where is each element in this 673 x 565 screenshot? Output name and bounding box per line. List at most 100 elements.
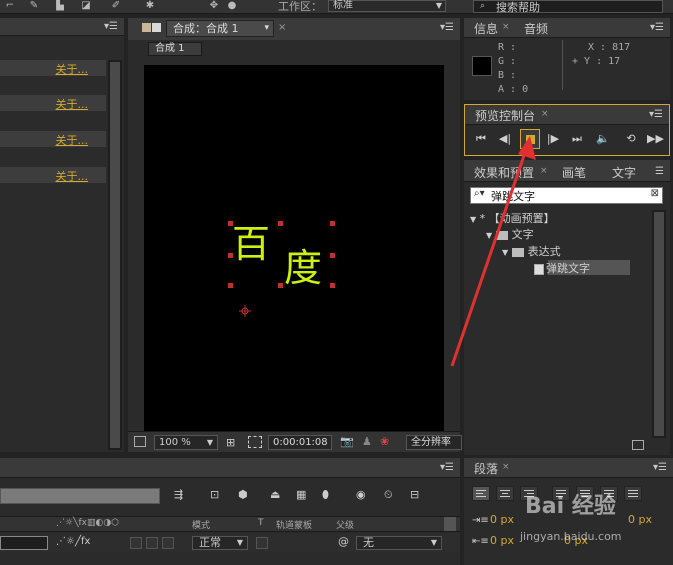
stamp-tool-icon[interactable]: ▙ bbox=[54, 0, 66, 12]
panel-menu-icon[interactable]: ▾☰ bbox=[649, 109, 663, 120]
anchor-point-icon[interactable] bbox=[239, 305, 251, 317]
transform-handle[interactable] bbox=[330, 283, 335, 288]
close-icon[interactable]: × bbox=[541, 109, 549, 119]
transform-handle[interactable] bbox=[228, 283, 233, 288]
tab-info[interactable]: 信息 bbox=[474, 20, 498, 37]
close-icon[interactable]: × bbox=[502, 22, 510, 32]
camera-icon[interactable]: 📷 bbox=[340, 435, 354, 448]
search-help-input[interactable]: ⌕ 搜索帮助 bbox=[473, 0, 663, 14]
panel-menu-icon[interactable]: ▾☰ bbox=[440, 462, 454, 473]
timeline-toggle-icon[interactable]: ⊟ bbox=[410, 488, 419, 501]
last-frame-icon[interactable]: ⏭ bbox=[569, 131, 585, 147]
tab-composition[interactable]: 合成：合成 1 ▾ bbox=[166, 20, 274, 37]
panel-menu-icon[interactable]: ▾☰ bbox=[104, 21, 118, 32]
text-char-2[interactable]: 度 bbox=[284, 249, 322, 287]
transform-handle[interactable] bbox=[278, 283, 283, 288]
close-icon[interactable]: × bbox=[502, 462, 510, 472]
grid-icon[interactable]: ⊞ bbox=[226, 436, 235, 449]
selection-tool-icon[interactable]: ⌐ bbox=[4, 0, 16, 12]
align-left-button[interactable] bbox=[472, 486, 490, 501]
preview-tabbar: 预览控制台 × ▾☰ bbox=[465, 105, 669, 125]
close-icon[interactable]: × bbox=[278, 22, 286, 33]
indent-first-value[interactable]: 0 px bbox=[490, 534, 514, 547]
transform-handle[interactable] bbox=[330, 253, 335, 258]
about-link[interactable]: 关于... bbox=[56, 168, 89, 184]
indent-right-value[interactable]: 0 px bbox=[628, 513, 652, 526]
auto-keyframe-icon[interactable]: ◉ bbox=[356, 488, 366, 501]
transform-handle[interactable] bbox=[228, 221, 233, 226]
color-channels-icon[interactable]: ❀ bbox=[380, 435, 389, 448]
about-link[interactable]: 关于... bbox=[56, 132, 89, 148]
timeline-search-input[interactable] bbox=[0, 488, 160, 504]
clear-search-icon[interactable]: ⊠ bbox=[651, 188, 659, 199]
about-link[interactable]: 关于... bbox=[56, 61, 89, 77]
brush-tool-icon[interactable]: ✐ bbox=[110, 0, 122, 12]
track-matte-box[interactable] bbox=[256, 537, 268, 549]
puppet-tool-icon[interactable]: ✱ bbox=[144, 0, 156, 12]
transform-handle[interactable] bbox=[330, 221, 335, 226]
lock-icon[interactable] bbox=[142, 23, 151, 32]
layer-switches-icons[interactable]: ⋰☼╱fx bbox=[56, 536, 90, 547]
pick-whip-icon[interactable]: @ bbox=[338, 535, 349, 548]
draft-3d-icon[interactable]: ⊡ bbox=[210, 488, 219, 501]
hide-shy-icon[interactable]: ⬢ bbox=[238, 488, 248, 501]
justify-all-button[interactable] bbox=[624, 486, 642, 501]
ram-preview-icon[interactable]: ▶︎▶︎ bbox=[647, 131, 664, 147]
frame-blend-icon[interactable]: ⏏ bbox=[270, 488, 280, 501]
resolution-select[interactable]: 全分辨率 bbox=[406, 435, 462, 450]
project-scroll-thumb[interactable] bbox=[110, 62, 120, 448]
tab-brush[interactable]: 画笔 bbox=[562, 164, 586, 181]
tab-audio[interactable]: 音频 bbox=[524, 20, 548, 37]
audio-icon[interactable]: 🔈 bbox=[595, 131, 611, 147]
snap-icon[interactable]: ● bbox=[226, 0, 238, 12]
transform-handle[interactable] bbox=[228, 253, 233, 258]
switch-box[interactable] bbox=[130, 537, 142, 549]
workspace-select[interactable]: 标准 ▼ bbox=[328, 0, 446, 12]
indent-left-value[interactable]: 0 px bbox=[490, 513, 514, 526]
transform-handle[interactable] bbox=[278, 221, 283, 226]
loop-icon[interactable]: ⟲ bbox=[623, 131, 639, 147]
axis-icon[interactable]: ✥ bbox=[208, 0, 220, 12]
tree-item-bounce-text[interactable]: 弹跳文字 bbox=[534, 260, 590, 276]
always-preview-icon[interactable] bbox=[134, 436, 146, 447]
tab-preview[interactable]: 预览控制台 bbox=[475, 107, 535, 124]
comp-breadcrumb[interactable]: 合成 1 bbox=[148, 42, 202, 56]
tab-text[interactable]: 文字 bbox=[612, 164, 636, 181]
tab-paragraph[interactable]: 段落 bbox=[474, 460, 498, 477]
region-of-interest-icon[interactable] bbox=[248, 436, 262, 448]
about-link[interactable]: 关于... bbox=[56, 96, 89, 112]
brainstorm-icon[interactable]: ⬮ bbox=[322, 488, 329, 502]
project-row[interactable]: 关于... bbox=[0, 95, 106, 111]
close-icon[interactable]: × bbox=[540, 166, 548, 176]
project-row[interactable]: 关于... bbox=[0, 131, 106, 147]
zoom-select[interactable]: 100 % ▼ bbox=[154, 435, 218, 450]
new-folder-icon[interactable] bbox=[632, 440, 644, 450]
eraser-tool-icon[interactable]: ◪ bbox=[80, 0, 92, 12]
layer-name-field[interactable] bbox=[0, 536, 48, 550]
panel-menu-icon[interactable]: ▾☰ bbox=[440, 22, 454, 33]
composition-panel: 合成：合成 1 ▾ × ▾☰ 合成 1 百 度 100 % ▼ ⊞ 0:00:0… bbox=[128, 18, 462, 452]
graph-editor-icon[interactable]: ⏲ bbox=[384, 488, 393, 502]
switch-box[interactable] bbox=[146, 537, 158, 549]
mode-select[interactable]: 正常 ▼ bbox=[192, 536, 248, 550]
timeline-scroll-icon[interactable] bbox=[444, 517, 456, 531]
timeline-layer-row[interactable]: ⋰☼╱fx 正常 ▼ @ 无 ▼ bbox=[0, 534, 460, 552]
motion-blur-icon[interactable]: ▦ bbox=[296, 488, 306, 501]
panel-menu-icon[interactable]: ☰ bbox=[655, 166, 664, 177]
next-frame-icon[interactable]: |▶︎ bbox=[545, 131, 561, 147]
chevron-down-icon[interactable]: ▾ bbox=[264, 21, 269, 36]
current-time-field[interactable]: 0:00:01:08 bbox=[268, 435, 332, 450]
pen-tool-icon[interactable]: ✎ bbox=[28, 0, 40, 12]
comp-mini-flowchart-icon[interactable]: ⇶ bbox=[174, 488, 183, 501]
text-char-1[interactable]: 百 bbox=[232, 225, 270, 263]
effects-scroll-thumb[interactable] bbox=[654, 212, 664, 436]
comp-viewer[interactable]: 百 度 bbox=[144, 65, 444, 431]
panel-menu-icon[interactable]: ▾☰ bbox=[653, 462, 667, 473]
align-center-button[interactable] bbox=[496, 486, 514, 501]
project-row[interactable]: 关于... bbox=[0, 60, 106, 76]
person-icon[interactable]: ♟ bbox=[362, 435, 372, 448]
switch-box[interactable] bbox=[162, 537, 174, 549]
parent-select[interactable]: 无 ▼ bbox=[356, 536, 442, 550]
project-row[interactable]: 关于... bbox=[0, 167, 106, 183]
panel-menu-icon[interactable]: ▾☰ bbox=[650, 22, 664, 33]
